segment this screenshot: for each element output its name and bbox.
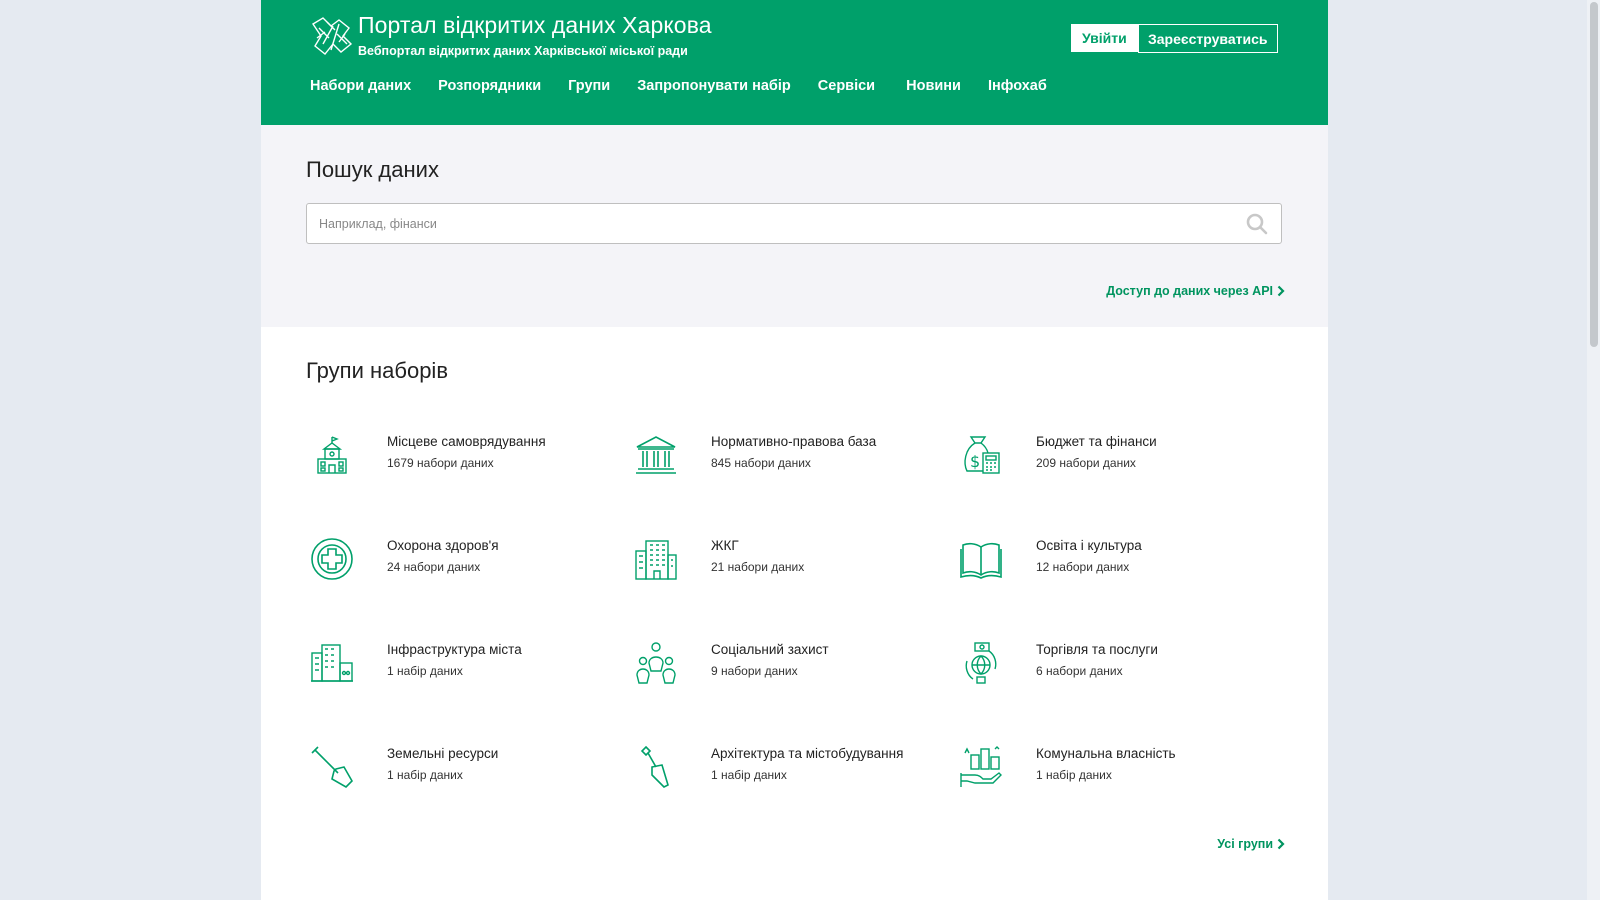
nav-services[interactable]: Сервіси — [818, 78, 875, 94]
group-item-education-culture[interactable]: Освіта і культура 12 набори даних — [959, 522, 1279, 592]
group-title: Освіта і культура — [1036, 538, 1142, 553]
svg-text:$: $ — [970, 452, 980, 471]
group-item-budget-finance[interactable]: $ Бюджет та фінанси 209 набори даних — [959, 418, 1279, 488]
groups-grid: Місцеве самоврядування 1679 набори даних… — [310, 418, 1310, 838]
chevron-right-icon — [1277, 838, 1285, 850]
trowel-icon — [634, 745, 678, 789]
login-button[interactable]: Увійти — [1071, 24, 1138, 52]
groups-heading: Групи наборів — [306, 358, 449, 383]
medical-cross-icon — [310, 537, 354, 581]
money-bag-calculator-icon: $ — [959, 433, 1003, 477]
group-item-local-government[interactable]: Місцеве самоврядування 1679 набори даних — [310, 418, 630, 488]
group-item-city-infrastructure[interactable]: Інфраструктура міста 1 набір даних — [310, 626, 630, 696]
site-title[interactable]: Портал відкритих даних Харкова — [358, 12, 712, 39]
nav-infohub[interactable]: Інфохаб — [988, 78, 1047, 94]
group-title: Охорона здоров'я — [387, 538, 499, 553]
search-icon[interactable] — [1245, 212, 1269, 236]
group-title: Бюджет та фінанси — [1036, 434, 1157, 449]
kharkiv-emblem-icon — [309, 14, 355, 58]
town-hall-icon — [310, 433, 354, 477]
all-groups-label: Усі групи — [1217, 837, 1273, 851]
site-header: Портал відкритих даних Харкова Вебпортал… — [261, 0, 1328, 125]
register-button[interactable]: Зареєструватись — [1138, 24, 1278, 53]
page: Портал відкритих даних Харкова Вебпортал… — [261, 0, 1328, 900]
main-nav: Набори даних Розпорядники Групи Запропон… — [310, 78, 1074, 94]
group-item-municipal-property[interactable]: Комунальна власність 1 набір даних — [959, 730, 1279, 800]
people-group-icon — [634, 641, 678, 685]
search-box — [306, 203, 1282, 244]
apartment-building-icon — [634, 537, 678, 581]
group-count: 6 набори даних — [1036, 664, 1123, 678]
nav-suggest-dataset[interactable]: Запропонувати набір — [637, 78, 791, 94]
search-section: Пошук даних Доступ до даних через API — [261, 125, 1328, 327]
globe-trade-icon — [959, 641, 1003, 685]
group-count: 12 набори даних — [1036, 560, 1130, 574]
chevron-right-icon — [1277, 285, 1285, 297]
group-count: 845 набори даних — [711, 456, 811, 470]
group-count: 1 набір даних — [711, 768, 787, 782]
open-book-icon — [959, 537, 1003, 581]
group-item-trade-services[interactable]: Торгівля та послуги 6 набори даних — [959, 626, 1279, 696]
group-item-architecture-urban-planning[interactable]: Архітектура та містобудування 1 набір да… — [634, 730, 954, 800]
nav-datasets[interactable]: Набори даних — [310, 78, 411, 94]
courthouse-icon — [634, 433, 678, 477]
all-groups-link[interactable]: Усі групи — [1217, 837, 1285, 851]
group-count: 1 набір даних — [387, 768, 463, 782]
group-title: Земельні ресурси — [387, 746, 499, 761]
group-title: Місцеве самоврядування — [387, 434, 546, 449]
shovel-icon — [310, 745, 354, 789]
group-title: Комунальна власність — [1036, 746, 1176, 761]
group-count: 9 набори даних — [711, 664, 798, 678]
group-item-housing-utilities[interactable]: ЖКГ 21 набори даних — [634, 522, 954, 592]
nav-groups[interactable]: Групи — [568, 78, 610, 94]
site-subtitle: Вебпортал відкритих даних Харківської мі… — [358, 44, 688, 58]
group-count: 1 набір даних — [387, 664, 463, 678]
search-input[interactable] — [307, 204, 1227, 243]
group-count: 1679 набори даних — [387, 456, 494, 470]
group-title: Соціальний захист — [711, 642, 829, 657]
group-count: 21 набори даних — [711, 560, 805, 574]
api-access-link[interactable]: Доступ до даних через API — [1106, 284, 1285, 298]
group-count: 24 набори даних — [387, 560, 481, 574]
city-buildings-icon — [310, 641, 354, 685]
group-item-social-protection[interactable]: Соціальний захист 9 набори даних — [634, 626, 954, 696]
search-heading: Пошук даних — [306, 157, 439, 182]
group-count: 209 набори даних — [1036, 456, 1136, 470]
group-title: Інфраструктура міста — [387, 642, 522, 657]
group-item-healthcare[interactable]: Охорона здоров'я 24 набори даних — [310, 522, 630, 592]
hand-property-icon — [959, 745, 1003, 789]
api-access-label: Доступ до даних через API — [1106, 284, 1273, 298]
nav-publishers[interactable]: Розпорядники — [438, 78, 541, 94]
group-item-regulatory-base[interactable]: Нормативно-правова база 845 набори даних — [634, 418, 954, 488]
group-title: ЖКГ — [711, 538, 739, 553]
group-title: Архітектура та містобудування — [711, 746, 904, 761]
nav-news[interactable]: Новини — [906, 78, 961, 94]
group-title: Торгівля та послуги — [1036, 642, 1158, 657]
group-item-land-resources[interactable]: Земельні ресурси 1 набір даних — [310, 730, 630, 800]
group-title: Нормативно-правова база — [711, 434, 877, 449]
group-count: 1 набір даних — [1036, 768, 1112, 782]
scrollbar-thumb[interactable] — [1590, 2, 1598, 347]
